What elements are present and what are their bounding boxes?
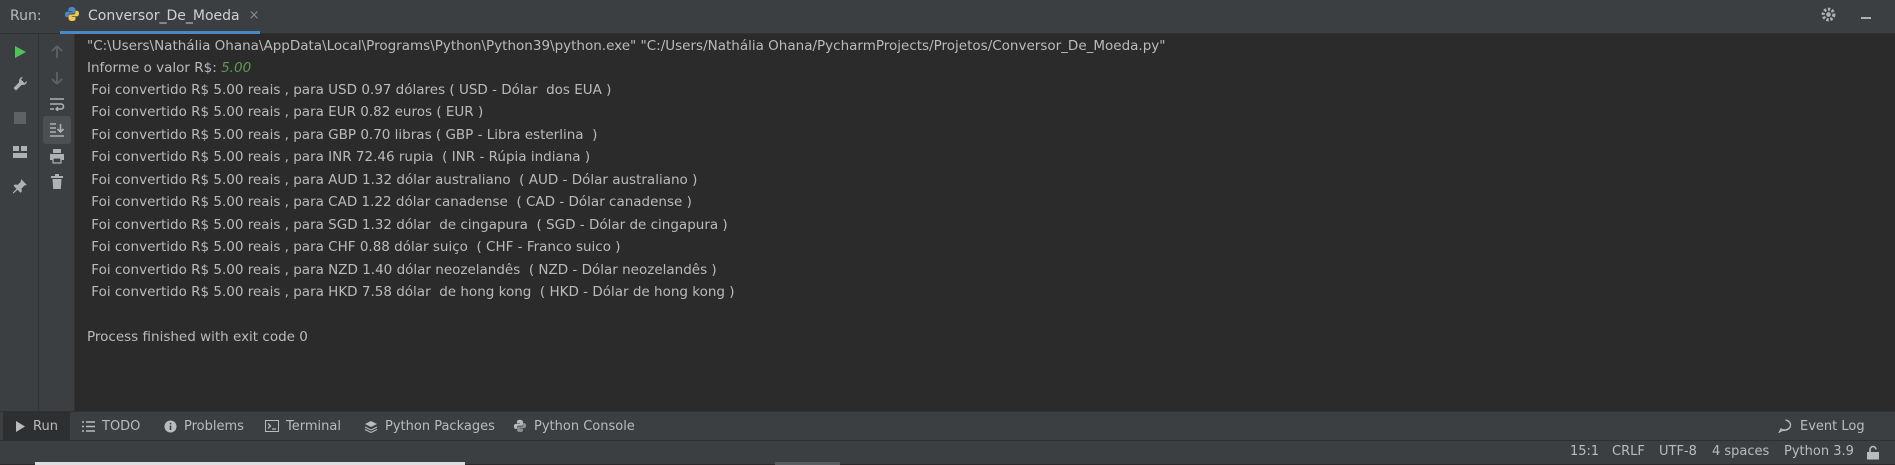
input-value: 5.00 [221,60,252,76]
list-icon [82,420,95,432]
console-line: Foi convertido R$ 5.00 reais , para USD … [87,82,612,98]
layout-icon[interactable] [6,138,34,166]
lock-icon[interactable] [1866,445,1880,464]
indent-setting[interactable]: 4 spaces [1712,444,1769,459]
header-actions [1820,0,1895,34]
tab-terminal-label: Terminal [286,418,341,434]
terminal-icon [265,420,279,432]
tab-run[interactable]: Run [3,412,70,440]
pin-icon[interactable] [6,172,34,200]
line-separator[interactable]: CRLF [1612,444,1645,459]
python-interpreter[interactable]: Python 3.9 [1784,444,1854,459]
console-line: Foi convertido R$ 5.00 reais , para EUR … [87,104,484,120]
console-command-line: "C:\Users\Nathália Ohana\AppData\Local\P… [87,38,1166,54]
tab-run-label: Run [33,418,58,434]
run-tool-window-header: Run: Conversor_De_Moeda × [0,0,1895,34]
tab-terminal[interactable]: Terminal [265,412,341,440]
run-label: Run: [10,8,42,24]
trash-icon[interactable] [43,168,71,196]
arrow-down-icon[interactable] [43,64,71,92]
wrench-icon[interactable] [6,70,34,98]
tab-event-log-label: Event Log [1800,418,1865,434]
tab-python-packages-label: Python Packages [385,418,495,434]
console-line: Foi convertido R$ 5.00 reais , para AUD … [87,172,698,188]
run-icon[interactable] [6,38,34,66]
cursor-position[interactable]: 15:1 [1570,444,1599,459]
python-icon [513,419,527,433]
tab-python-packages[interactable]: Python Packages [364,412,495,440]
tab-python-console[interactable]: Python Console [513,412,635,440]
minimize-icon[interactable] [1859,7,1873,27]
tab-python-console-label: Python Console [534,418,635,434]
tab-problems[interactable]: Problems [164,412,244,440]
console-input-line: Informe o valor R$: 5.00 [87,60,251,76]
print-icon[interactable] [43,142,71,170]
file-encoding[interactable]: UTF-8 [1659,444,1697,459]
tab-conversor-de-moeda[interactable]: Conversor_De_Moeda × [60,0,260,34]
info-icon [164,420,177,433]
layers-icon [364,420,378,433]
console-line: Foi convertido R$ 5.00 reais , para INR … [87,149,591,165]
run-icon [15,420,26,432]
event-log-icon [1778,419,1793,433]
process-exit-message: Process finished with exit code 0 [87,329,308,345]
tab-todo[interactable]: TODO [82,412,140,440]
console-output[interactable]: "C:\Users\Nathália Ohana\AppData\Local\P… [75,34,1895,411]
close-icon[interactable]: × [249,8,260,23]
arrow-up-icon[interactable] [43,38,71,66]
tab-event-log[interactable]: Event Log [1778,412,1865,440]
tab-problems-label: Problems [184,418,244,434]
console-line: Foi convertido R$ 5.00 reais , para NZD … [87,262,717,278]
console-actions-toolbar [39,34,75,411]
console-line: Foi convertido R$ 5.00 reais , para CHF … [87,239,621,255]
console-line: Foi convertido R$ 5.00 reais , para CAD … [87,194,692,210]
stop-icon[interactable] [6,104,34,132]
input-prompt: Informe o valor R$: [87,60,222,76]
tab-todo-label: TODO [102,418,141,434]
console-line: Foi convertido R$ 5.00 reais , para SGD … [87,217,728,233]
soft-wrap-icon[interactable] [43,90,71,118]
scroll-to-end-icon[interactable] [43,116,71,144]
python-icon [64,6,80,26]
run-actions-toolbar [0,34,39,411]
gear-icon[interactable] [1820,6,1837,28]
console-line: Foi convertido R$ 5.00 reais , para HKD … [87,284,735,300]
tool-window-bar: Run TODO Problems Terminal Python Packag… [0,411,1895,440]
console-line: Foi convertido R$ 5.00 reais , para GBP … [87,127,598,143]
status-bar: 15:1 CRLF UTF-8 4 spaces Python 3.9 [0,440,1895,465]
tab-title: Conversor_De_Moeda [88,7,240,24]
